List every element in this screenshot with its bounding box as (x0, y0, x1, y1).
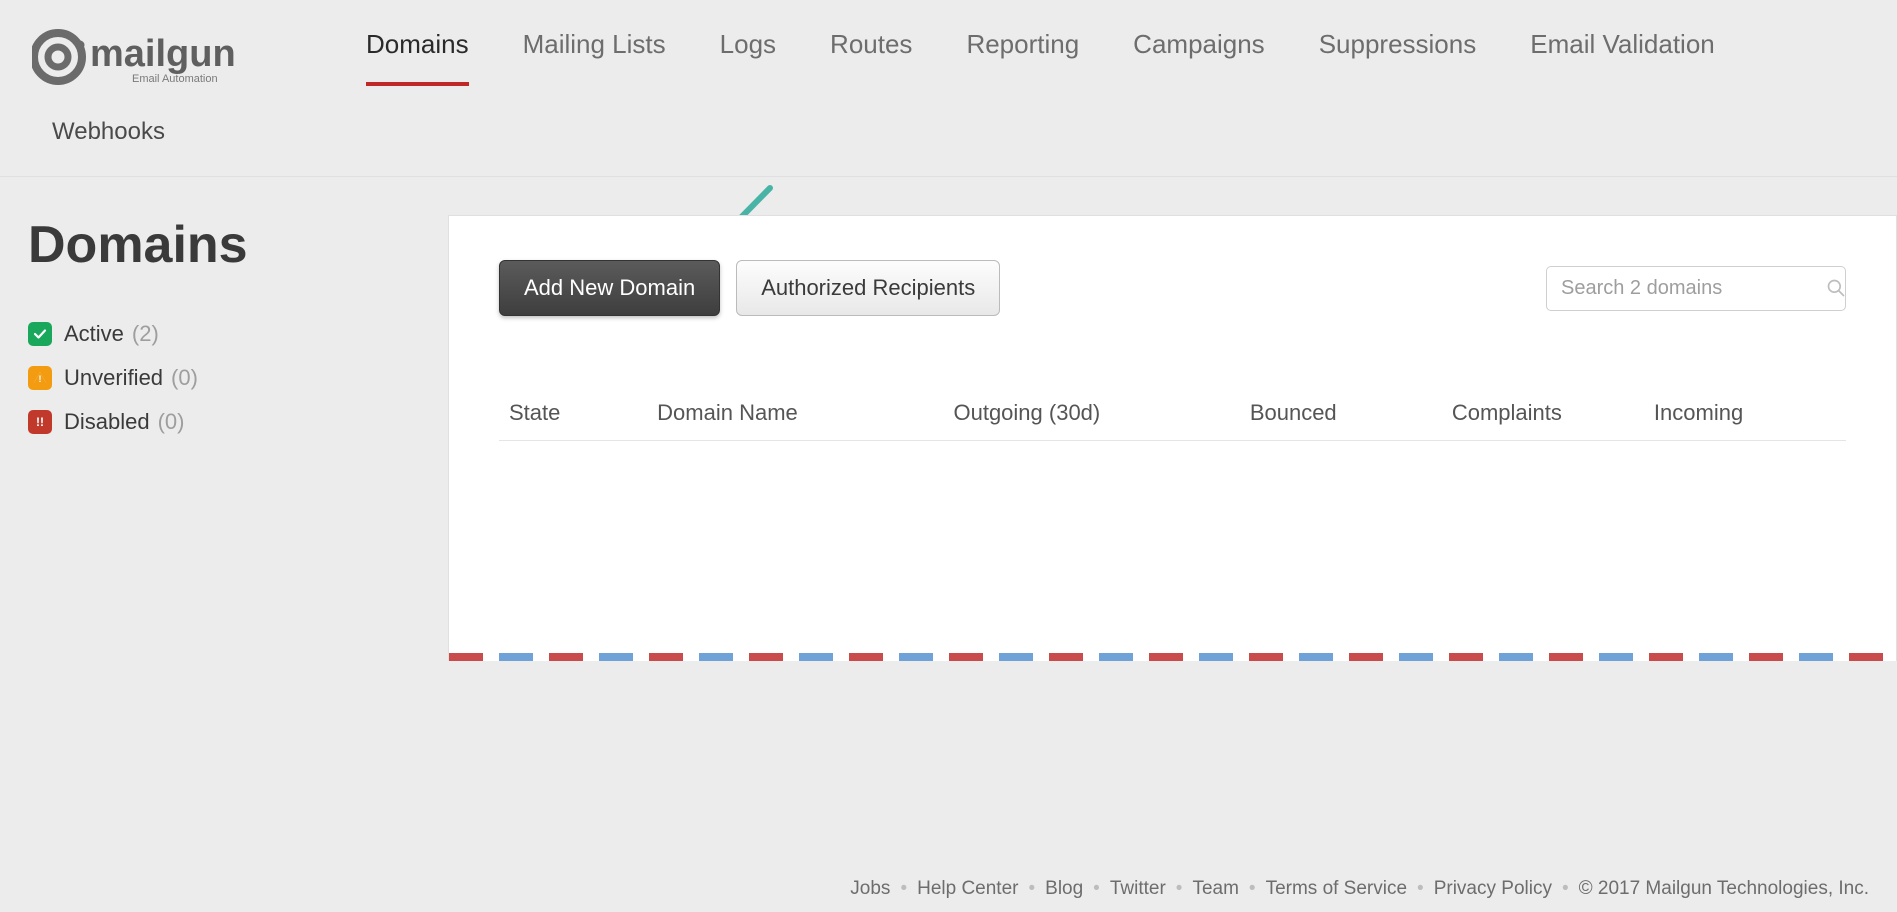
domain-search[interactable] (1546, 266, 1846, 311)
panel-toolbar: Add New Domain Authorized Recipients (499, 260, 1846, 316)
sidebar: Domains Active (2) ! Unverified (0) !! D… (28, 215, 448, 661)
nav-tab-suppressions[interactable]: Suppressions (1319, 29, 1477, 86)
footer-link-twitter[interactable]: Twitter (1110, 878, 1166, 900)
page-title: Domains (28, 215, 418, 275)
filter-label: Unverified (64, 365, 163, 391)
th-complaints[interactable]: Complaints (1442, 386, 1644, 441)
domains-table: State Domain Name Outgoing (30d) Bounced… (499, 386, 1846, 441)
svg-text:Email Automation: Email Automation (132, 73, 218, 85)
filter-disabled[interactable]: !! Disabled (0) (28, 409, 418, 435)
filter-count: (2) (132, 321, 159, 347)
add-new-domain-button[interactable]: Add New Domain (499, 260, 720, 316)
svg-text:mailgun: mailgun (90, 33, 236, 75)
nav-tab-email-validation[interactable]: Email Validation (1530, 29, 1715, 86)
svg-text:!: ! (39, 374, 42, 384)
top-nav: mailgun Email Automation Domains Mailing… (0, 0, 1897, 177)
search-icon (1826, 278, 1846, 298)
footer-link-privacy[interactable]: Privacy Policy (1434, 878, 1552, 900)
th-incoming[interactable]: Incoming (1644, 386, 1846, 441)
nav-tab-routes[interactable]: Routes (830, 29, 912, 86)
nav-tab-webhooks[interactable]: Webhooks (52, 118, 165, 145)
th-state[interactable]: State (499, 386, 647, 441)
footer-link-jobs[interactable]: Jobs (850, 878, 890, 900)
footer-link-blog[interactable]: Blog (1045, 878, 1083, 900)
search-input[interactable] (1561, 277, 1826, 300)
nav-tab-logs[interactable]: Logs (720, 29, 776, 86)
check-icon (28, 322, 52, 346)
filter-label: Active (64, 321, 124, 347)
nav-tab-reporting[interactable]: Reporting (966, 29, 1079, 86)
th-outgoing[interactable]: Outgoing (30d) (943, 386, 1239, 441)
alert-icon: !! (28, 410, 52, 434)
filter-count: (0) (171, 365, 198, 391)
th-bounced[interactable]: Bounced (1240, 386, 1442, 441)
footer-copyright: © 2017 Mailgun Technologies, Inc. (1579, 878, 1869, 900)
th-domain[interactable]: Domain Name (647, 386, 943, 441)
mailgun-logo[interactable]: mailgun Email Automation (32, 22, 292, 92)
airmail-border (449, 653, 1896, 661)
filter-count: (0) (158, 409, 185, 435)
footer-link-team[interactable]: Team (1192, 878, 1238, 900)
footer: Jobs• Help Center• Blog• Twitter• Team• … (850, 878, 1869, 900)
nav-tab-domains[interactable]: Domains (366, 29, 469, 86)
nav-tab-campaigns[interactable]: Campaigns (1133, 29, 1265, 86)
footer-link-terms[interactable]: Terms of Service (1266, 878, 1407, 900)
footer-link-help-center[interactable]: Help Center (917, 878, 1018, 900)
authorized-recipients-button[interactable]: Authorized Recipients (736, 260, 1000, 316)
content-panel: Add New Domain Authorized Recipients Sta… (448, 215, 1897, 661)
filter-active[interactable]: Active (2) (28, 321, 418, 347)
warning-icon: ! (28, 366, 52, 390)
nav-tab-mailing-lists[interactable]: Mailing Lists (523, 29, 666, 86)
filter-unverified[interactable]: ! Unverified (0) (28, 365, 418, 391)
filter-label: Disabled (64, 409, 150, 435)
